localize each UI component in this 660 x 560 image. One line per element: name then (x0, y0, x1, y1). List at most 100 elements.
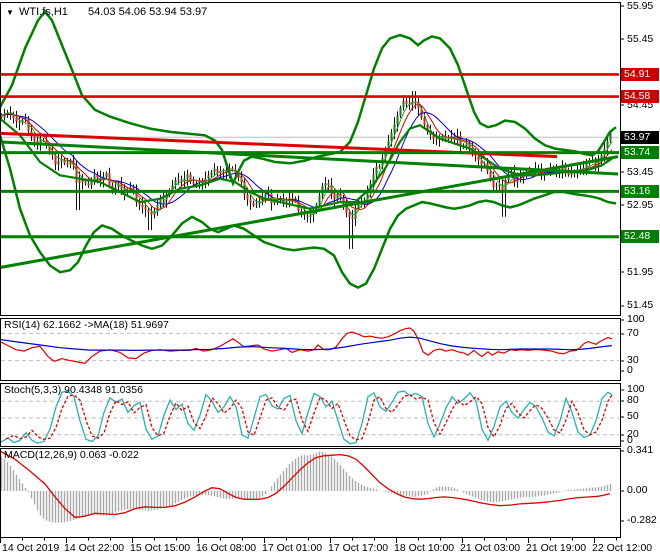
support-price-badge: 52.48 (621, 230, 659, 243)
bearish-candle (327, 183, 330, 186)
resistance-price-badge: 54.58 (621, 90, 659, 103)
bullish-candle (411, 102, 414, 106)
bullish-candle (399, 107, 402, 116)
bullish-candle (186, 174, 189, 179)
macd-panel-label: MACD(12,26,9) 0.063 -0.022 (4, 449, 139, 461)
price-tick[interactable]: 51.45 (627, 300, 653, 311)
chart-canvas[interactable] (0, 0, 660, 560)
green-ascending-trendline[interactable] (0, 155, 619, 269)
time-axis-label[interactable]: 22 Oct 12:00 (592, 543, 652, 554)
rsi-panel[interactable] (0, 327, 620, 364)
bearish-candle (291, 197, 294, 199)
bullish-candle (57, 161, 60, 165)
rsi-panel-label: RSI(14) 62.1662 ->MA(18) 51.9697 (4, 319, 169, 331)
stochastic-panel[interactable] (0, 390, 620, 445)
bullish-candle (402, 100, 405, 108)
bullish-candle (378, 166, 381, 168)
rsi-axis-tick[interactable]: 70 (627, 328, 639, 339)
bearish-candle (489, 171, 492, 178)
bearish-candle (252, 202, 255, 206)
time-axis-label[interactable]: 17 Oct 17:00 (328, 543, 388, 554)
bearish-candle (18, 121, 21, 123)
stoch-d-line (5, 394, 613, 441)
bearish-candle (246, 194, 249, 200)
resistance-price-badge: 54.91 (621, 68, 659, 81)
mid-band-line[interactable] (0, 118, 613, 210)
bullish-candle (60, 159, 63, 162)
bullish-candle (309, 215, 312, 217)
bullish-candle (393, 124, 396, 133)
main-price-panel[interactable] (0, 9, 620, 289)
price-tick[interactable]: 53.45 (627, 167, 653, 178)
bullish-candle (219, 172, 222, 174)
quote-ohlc-label: 54.03 54.06 53.94 53.97 (88, 6, 208, 18)
bearish-candle (84, 182, 87, 184)
bearish-candle (348, 212, 351, 217)
bullish-candle (396, 115, 399, 125)
bullish-candle (495, 186, 498, 188)
stoch-axis-tick[interactable]: 80 (627, 395, 639, 406)
bearish-candle (12, 115, 15, 119)
time-axis-label[interactable]: 21 Oct 03:00 (460, 543, 520, 554)
bearish-candle (564, 167, 567, 170)
time-axis-label[interactable]: 15 Oct 15:00 (130, 543, 190, 554)
time-axis-label[interactable]: 14 Oct 2019 (2, 543, 59, 554)
bullish-candle (105, 173, 108, 177)
bullish-candle (336, 193, 339, 200)
macd-axis-tick[interactable]: 0.341 (627, 445, 653, 456)
bearish-candle (144, 207, 147, 210)
price-tick[interactable]: 52.95 (627, 200, 653, 211)
bearish-candle (180, 179, 183, 181)
bullish-candle (285, 200, 288, 203)
bullish-candle (324, 183, 327, 186)
terminal-chart-window: ▼ WTI.fs,H1 54.03 54.06 53.94 53.97 RSI(… (0, 0, 660, 560)
stoch-panel-label: Stoch(5,3,3) 90.4348 91.0356 (4, 384, 143, 396)
bullish-candle (375, 166, 378, 176)
bearish-candle (147, 209, 150, 213)
support-price-badge: 53.16 (621, 185, 659, 198)
time-axis-label[interactable]: 18 Oct 10:00 (394, 543, 454, 554)
stoch-axis-tick[interactable]: 50 (627, 411, 639, 422)
bearish-candle (231, 168, 234, 170)
price-tick[interactable]: 55.95 (627, 1, 653, 12)
bearish-candle (150, 212, 153, 215)
rsi-axis-tick[interactable]: 0 (627, 365, 633, 376)
bullish-candle (213, 168, 216, 173)
time-axis-label[interactable]: 14 Oct 22:00 (64, 543, 124, 554)
bearish-candle (423, 117, 426, 126)
bullish-candle (264, 193, 267, 198)
bullish-candle (273, 201, 276, 204)
rsi-ma-line (1, 336, 613, 352)
symbol-period-label[interactable]: WTI.fs,H1 (19, 6, 68, 18)
bullish-candle (177, 179, 180, 181)
support-price-badge: 53.74 (621, 146, 659, 159)
bearish-candle (87, 183, 90, 186)
stoch-k-line (1, 390, 613, 445)
bearish-candle (306, 215, 309, 217)
bullish-candle (255, 203, 258, 206)
bearish-candle (15, 118, 18, 122)
time-axis-label[interactable]: 16 Oct 08:00 (196, 543, 256, 554)
bearish-candle (192, 181, 195, 184)
time-axis-label[interactable]: 21 Oct 19:00 (526, 543, 586, 554)
bearish-candle (351, 216, 354, 219)
bearish-candle (162, 198, 165, 201)
symbol-dropdown-icon[interactable]: ▼ (6, 9, 14, 17)
price-tick[interactable]: 55.45 (627, 34, 653, 45)
macd-axis-tick[interactable]: 0.00 (627, 485, 647, 496)
macd-axis-tick[interactable]: -0.282 (627, 515, 657, 526)
bearish-candle (435, 138, 438, 140)
bullish-candle (207, 175, 210, 179)
bearish-candle (66, 163, 69, 165)
macd-panel[interactable] (0, 450, 612, 523)
bullish-candle (318, 195, 321, 205)
time-axis-label[interactable]: 17 Oct 01:00 (262, 543, 322, 554)
bearish-candle (405, 100, 408, 104)
bullish-candle (210, 172, 213, 176)
price-tick[interactable]: 51.95 (627, 267, 653, 278)
bearish-candle (33, 136, 36, 142)
bearish-candle (333, 192, 336, 200)
bearish-candle (141, 204, 144, 208)
current-price-badge: 53.97 (621, 131, 659, 144)
rsi-axis-tick[interactable]: 100 (627, 314, 645, 325)
